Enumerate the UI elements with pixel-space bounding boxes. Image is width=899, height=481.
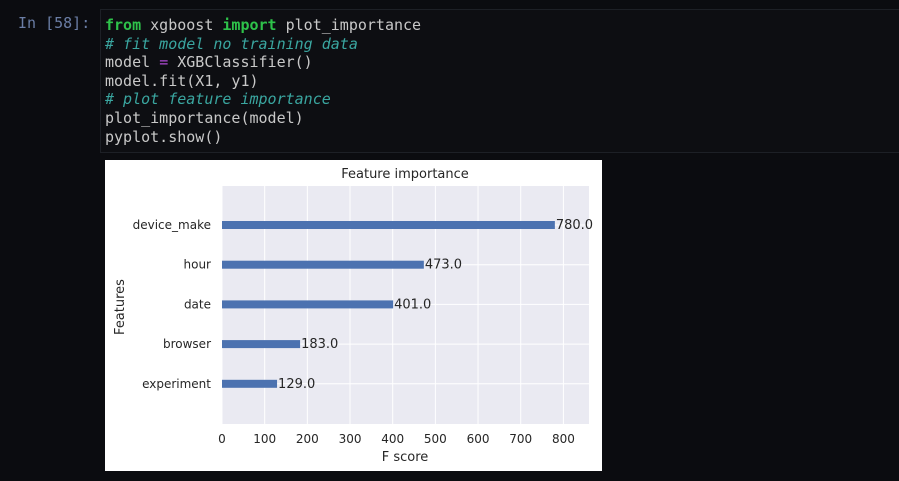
x-tick-label: 300	[339, 432, 362, 446]
assign-value: XGBClassifier()	[168, 53, 313, 72]
keyword-from: from	[105, 16, 142, 34]
bar-hour	[222, 260, 424, 269]
module-name: xgboost	[141, 16, 223, 34]
code-cell-input[interactable]: from xgboost import plot_importance # fi…	[100, 9, 899, 153]
bar-value-label: 780.0	[556, 218, 593, 233]
y-tick-label: experiment	[142, 377, 211, 391]
chart-title: Feature importance	[341, 167, 469, 182]
y-tick-label: browser	[163, 337, 211, 351]
y-tick-label: date	[184, 297, 211, 311]
x-tick-label: 200	[296, 432, 319, 446]
bar-date	[222, 300, 394, 309]
cell-output: 0 100 200 300 400 500 600 700 800 device_make 780.…	[105, 160, 602, 471]
bar-value-label: 129.0	[278, 377, 315, 392]
y-axis-label: Features	[113, 279, 128, 335]
cell-prompt: In [58]:	[18, 14, 91, 32]
x-tick-label: 100	[253, 432, 276, 446]
code-comment: # fit model no training data	[105, 34, 358, 53]
import-name: plot_importance	[276, 16, 422, 34]
x-tick-label: 800	[552, 432, 575, 446]
keyword-import: import	[222, 16, 277, 34]
bar-value-label: 401.0	[394, 297, 431, 312]
assign-operator: =	[159, 53, 169, 72]
code-line: plot_importance(model)	[105, 108, 304, 127]
y-tick-label: device_make	[133, 218, 211, 232]
code-line: pyplot.show()	[105, 127, 223, 146]
feature-importance-chart: 0 100 200 300 400 500 600 700 800 device_make 780.…	[113, 167, 593, 465]
code-editor[interactable]: from xgboost import plot_importance # fi…	[105, 16, 421, 146]
x-tick-label: 400	[381, 432, 404, 446]
bar-device_make	[222, 221, 555, 229]
x-tick-label: 600	[467, 432, 490, 446]
bar-value-label: 183.0	[301, 337, 338, 352]
x-axis-label: F score	[382, 450, 429, 465]
code-comment: # plot feature importance	[105, 90, 331, 109]
bar-experiment	[222, 379, 278, 388]
x-tick-label: 0	[218, 432, 226, 446]
assign-target: model	[105, 53, 160, 72]
bar-value-label: 473.0	[425, 258, 462, 273]
code-line: model.fit(X1, y1)	[105, 71, 259, 90]
bar-browser	[222, 340, 301, 349]
y-tick-label: hour	[184, 258, 212, 272]
x-tick-label: 500	[424, 432, 447, 446]
x-tick-label: 700	[509, 432, 532, 446]
